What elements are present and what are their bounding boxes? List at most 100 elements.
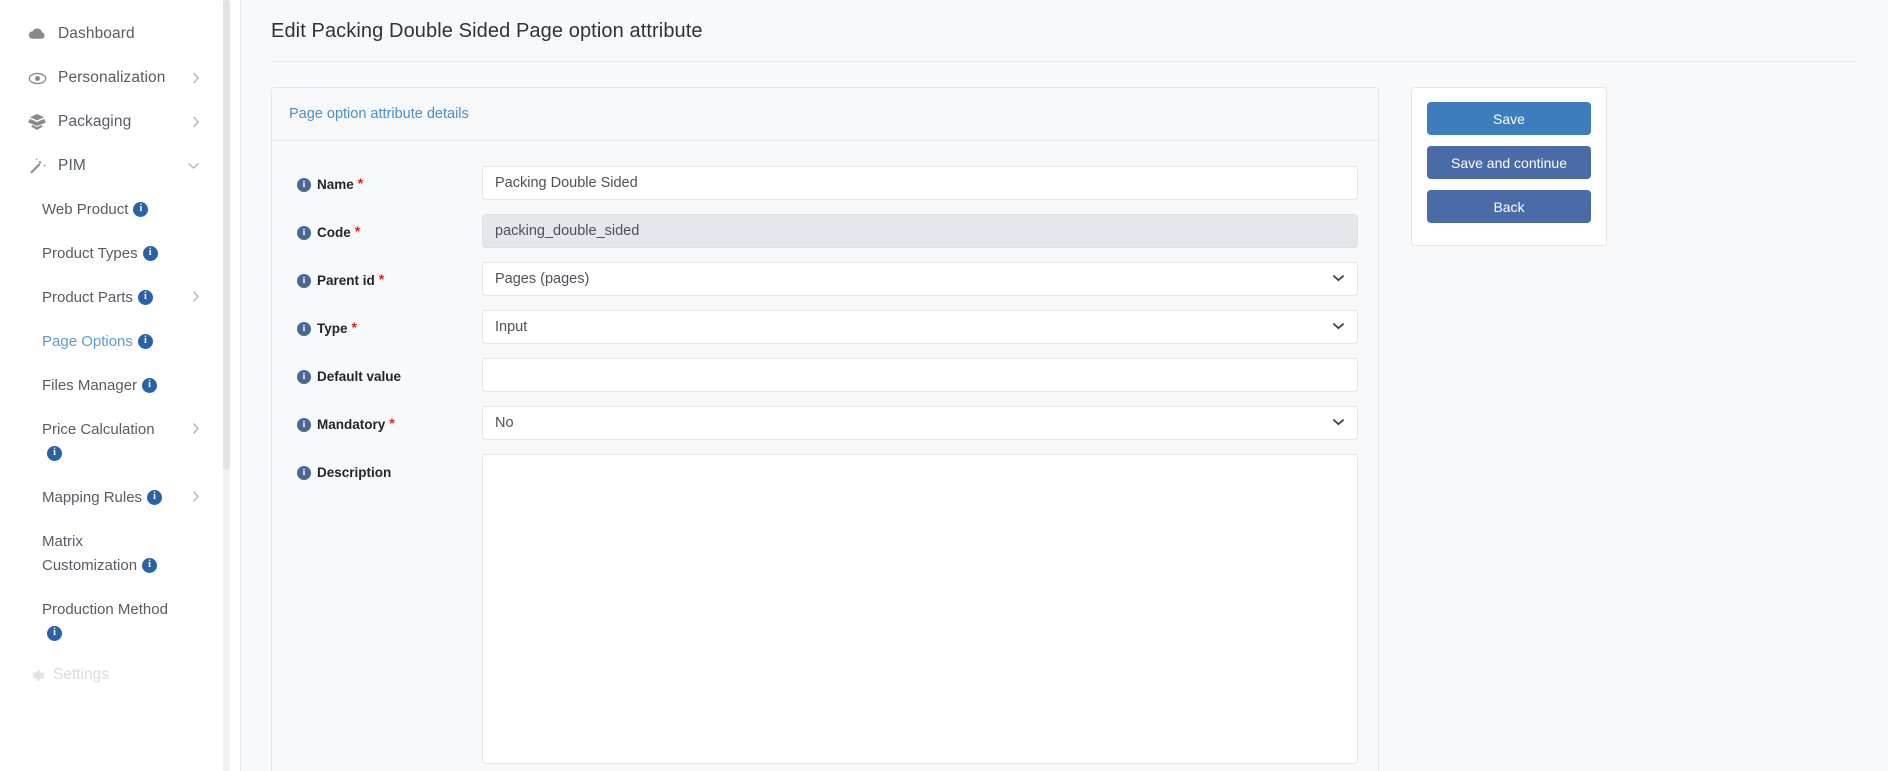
chevron-down-icon	[187, 162, 200, 170]
sidebar-item-label: Packaging	[58, 113, 132, 130]
label-text: Description	[317, 465, 392, 480]
back-button[interactable]: Back	[1427, 190, 1591, 223]
sidebar-item-label: Product Types	[42, 245, 138, 262]
required-asterisk: *	[378, 271, 385, 287]
sidebar-item-label: Product Parts	[42, 289, 133, 306]
sidebar-item-label-wrap: Matrix Customization	[42, 530, 172, 578]
sidebar-nav-list: Dashboard Personalization Packaging PIM …	[0, 12, 240, 684]
info-icon	[297, 322, 311, 336]
sidebar-item-settings[interactable]: Settings	[0, 656, 216, 684]
label-default-value: Default value	[272, 358, 482, 386]
sidebar-item-label: PIM	[58, 157, 86, 174]
info-icon	[137, 333, 153, 349]
sidebar-item-label-wrap: Page Options	[42, 330, 153, 354]
sidebar-scrollbar[interactable]	[223, 0, 230, 771]
info-icon	[47, 445, 62, 461]
sidebar-item-production-method[interactable]: Production Method	[0, 588, 216, 656]
sidebar-item-label: Production Method	[42, 601, 168, 618]
label-code: Code *	[272, 214, 482, 242]
chevron-right-icon	[192, 490, 200, 503]
form-row-default-value: Default value	[272, 358, 1358, 392]
info-icon	[297, 418, 311, 432]
content-row: Page option attribute details Name *	[241, 62, 1868, 771]
default-value-input[interactable]	[482, 358, 1358, 392]
form-row-type: Type * Input	[272, 310, 1358, 344]
info-icon	[142, 245, 158, 261]
info-icon	[142, 557, 158, 573]
parent-id-select[interactable]: Pages (pages)	[482, 262, 1358, 296]
sidebar-item-label: Settings	[53, 666, 110, 683]
info-icon	[137, 289, 153, 305]
info-icon	[297, 226, 311, 240]
form-row-name: Name *	[272, 166, 1358, 200]
sidebar-item-files-manager[interactable]: Files Manager	[0, 364, 216, 408]
attribute-details-card: Page option attribute details Name *	[271, 87, 1379, 771]
save-and-continue-button[interactable]: Save and continue	[1427, 146, 1591, 179]
chevron-right-icon	[192, 422, 200, 435]
sidebar-item-packaging[interactable]: Packaging	[0, 100, 216, 144]
sidebar-item-label-wrap: Mapping Rules	[42, 486, 163, 510]
sidebar-item-label: Page Options	[42, 333, 133, 350]
eye-icon	[28, 72, 50, 85]
gear-icon	[28, 667, 45, 684]
sidebar-item-pim[interactable]: PIM	[0, 144, 216, 188]
sidebar-item-label: Files Manager	[42, 377, 138, 394]
label-text: Name	[317, 177, 354, 192]
card-header-title: Page option attribute details	[289, 106, 469, 122]
label-description: Description	[272, 454, 482, 482]
sidebar-item-matrix-customization[interactable]: Matrix Customization	[0, 520, 216, 588]
sidebar-item-personalization[interactable]: Personalization	[0, 56, 216, 100]
sidebar-item-page-options[interactable]: Page Options	[0, 320, 216, 364]
sidebar-item-label: Price Calculation	[42, 421, 155, 438]
info-icon	[297, 178, 311, 192]
form-row-mandatory: Mandatory * No	[272, 406, 1358, 440]
card-header: Page option attribute details	[272, 88, 1378, 141]
info-icon	[297, 466, 311, 480]
sidebar-item-label-wrap: Product Parts	[42, 286, 153, 310]
cloud-icon	[28, 27, 50, 41]
label-type: Type *	[272, 310, 482, 338]
required-asterisk: *	[389, 415, 395, 431]
info-icon	[147, 489, 163, 505]
sidebar-scrollbar-thumb[interactable]	[223, 0, 230, 470]
sidebar-item-label: Matrix Customization	[42, 533, 138, 574]
required-asterisk: *	[357, 175, 364, 191]
form-row-parent-id: Parent id * Pages (pages)	[272, 262, 1358, 296]
sidebar-item-label-wrap: Production Method	[42, 598, 172, 646]
type-select[interactable]: Input	[482, 310, 1358, 344]
name-input[interactable]	[482, 166, 1358, 200]
sidebar-item-label: Web Product	[42, 201, 129, 218]
required-asterisk: *	[351, 319, 357, 335]
info-icon	[47, 625, 62, 641]
control-wrap-mandatory: No	[482, 406, 1358, 440]
sidebar-item-label: Personalization	[58, 69, 166, 86]
save-button[interactable]: Save	[1427, 102, 1591, 135]
chevron-right-icon	[192, 72, 200, 85]
required-asterisk: *	[354, 223, 361, 239]
form-row-code: Code *	[272, 214, 1358, 248]
card-body: Name * Code *	[272, 141, 1378, 771]
control-wrap-code	[482, 214, 1358, 248]
sidebar: Dashboard Personalization Packaging PIM …	[0, 0, 240, 771]
sidebar-item-price-calculation[interactable]: Price Calculation	[0, 408, 216, 476]
page-title: Edit Packing Double Sided Page option at…	[271, 20, 703, 42]
app-root: Dashboard Personalization Packaging PIM …	[0, 0, 1888, 771]
sidebar-item-dashboard[interactable]: Dashboard	[0, 12, 216, 56]
label-mandatory: Mandatory *	[272, 406, 482, 434]
mandatory-select[interactable]: No	[482, 406, 1358, 440]
main-content: Edit Packing Double Sided Page option at…	[240, 0, 1888, 771]
sidebar-item-label-wrap: Web Product	[42, 198, 149, 222]
sidebar-item-web-product[interactable]: Web Product	[0, 188, 216, 232]
sidebar-item-product-parts[interactable]: Product Parts	[0, 276, 216, 320]
control-wrap-default-value	[482, 358, 1358, 392]
wand-icon	[28, 157, 50, 175]
control-wrap-name	[482, 166, 1358, 200]
sidebar-item-product-types[interactable]: Product Types	[0, 232, 216, 276]
label-name: Name *	[272, 166, 482, 194]
label-text: Mandatory	[317, 417, 386, 432]
sidebar-item-label: Mapping Rules	[42, 489, 143, 506]
info-icon	[142, 377, 158, 393]
sidebar-item-mapping-rules[interactable]: Mapping Rules	[0, 476, 216, 520]
label-text: Type	[317, 321, 348, 336]
description-textarea[interactable]	[482, 454, 1358, 764]
